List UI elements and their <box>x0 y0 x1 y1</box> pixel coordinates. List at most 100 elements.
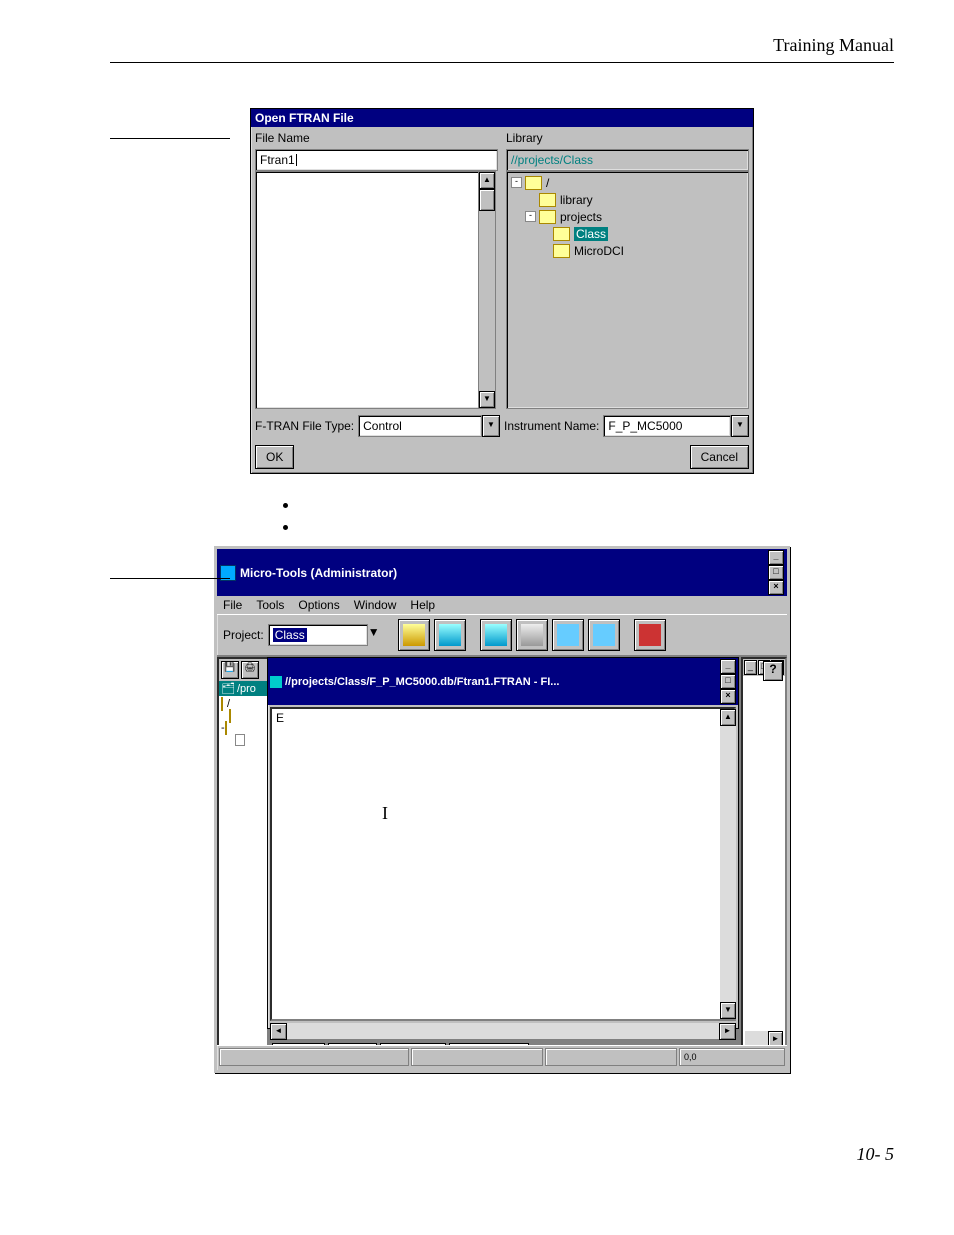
file-list-scrollbar[interactable]: ▲ ▼ <box>478 172 495 408</box>
page-number: 10- 5 <box>857 1144 895 1165</box>
tree-root-label: / <box>546 176 549 190</box>
bullet-1 <box>300 494 894 516</box>
app-title: Micro-Tools (Administrator) <box>240 566 397 580</box>
right-pane-hscroll[interactable]: ► <box>745 1031 783 1045</box>
file-name-label: File Name <box>255 131 498 145</box>
scroll-up-icon[interactable]: ▲ <box>479 172 495 189</box>
menu-file[interactable]: File <box>223 598 242 612</box>
minimize-icon[interactable]: _ <box>744 660 757 675</box>
menu-help[interactable]: Help <box>410 598 435 612</box>
file-type-label: F-TRAN File Type: <box>255 419 354 433</box>
open-ftran-dialog: Open FTRAN File File Name Ftran1 ▲ ▼ <box>250 108 754 474</box>
scroll-right-icon[interactable]: ► <box>768 1031 783 1045</box>
scroll-right-icon[interactable]: ► <box>719 1023 736 1040</box>
bullet-2 <box>300 516 894 538</box>
dialog-titlebar[interactable]: Open FTRAN File <box>251 109 753 127</box>
editor-assign-fix-button[interactable]: Assign FIX <box>449 1043 529 1045</box>
status-cell-2 <box>411 1048 543 1066</box>
tree-projects[interactable]: -projects <box>511 208 624 225</box>
toolbar-btn-2[interactable] <box>434 619 466 651</box>
tree-pane-header: 🗂/pro <box>219 681 267 696</box>
margin-rule-2 <box>110 578 230 579</box>
scroll-left-icon[interactable]: ◄ <box>270 1023 287 1040</box>
collapse-icon[interactable]: - <box>525 211 536 222</box>
status-cursor-pos: 0,0 <box>679 1048 785 1066</box>
editor-titlebar[interactable]: //projects/Class/F_P_MC5000.db/Ftran1.FT… <box>268 658 738 705</box>
chevron-down-icon[interactable]: ▼ <box>731 415 749 437</box>
close-icon[interactable]: × <box>720 689 736 704</box>
toolbar-btn-7[interactable] <box>634 619 666 651</box>
scroll-thumb[interactable] <box>479 189 495 211</box>
maximize-icon[interactable]: □ <box>720 674 736 689</box>
menubar: File Tools Options Window Help <box>217 596 787 614</box>
tree-microdci-label: MicroDCI <box>574 244 624 258</box>
scroll-down-icon[interactable]: ▼ <box>479 391 495 408</box>
folder-icon <box>553 244 570 258</box>
header-rule <box>110 62 894 63</box>
ok-button[interactable]: OK <box>255 445 294 469</box>
mini-tree[interactable]: / - <box>219 696 267 751</box>
editor-title-text: //projects/Class/F_P_MC5000.db/Ftran1.FT… <box>285 676 559 688</box>
folder-icon <box>539 193 556 207</box>
help-button[interactable]: ? <box>763 661 783 681</box>
folder-icon <box>225 721 227 735</box>
menu-window[interactable]: Window <box>354 598 397 612</box>
editor-compile-button[interactable]: Compile <box>380 1043 446 1045</box>
right-pane: _ □ × ► <box>741 657 787 1045</box>
collapse-icon[interactable]: - <box>511 177 522 188</box>
project-tree-pane[interactable]: 💾 🖨 🗂/pro / - <box>217 657 269 1045</box>
editor-save-button[interactable]: Save <box>328 1043 377 1045</box>
tree-class-label: Class <box>574 227 608 241</box>
bullet-list <box>260 494 894 538</box>
editor-vscroll[interactable]: ▲ ▼ <box>720 709 736 1019</box>
project-value: Class <box>273 628 307 642</box>
doc-header: Training Manual <box>773 35 894 56</box>
instrument-name-label: Instrument Name: <box>504 419 599 433</box>
file-type-combo[interactable]: Control ▼ <box>358 415 500 437</box>
toolbar-btn-4[interactable] <box>516 619 548 651</box>
instrument-name-combo[interactable]: F_P_MC5000 ▼ <box>603 415 749 437</box>
app-titlebar[interactable]: Micro-Tools (Administrator) _ □ × <box>217 549 787 596</box>
editor-icon <box>270 676 282 688</box>
print-icon[interactable]: 🖨 <box>241 661 259 679</box>
scroll-down-icon[interactable]: ▼ <box>720 1002 736 1019</box>
tree-library[interactable]: library <box>511 191 624 208</box>
folder-tree[interactable]: -/ library -projects Class MicroDCI <box>506 171 749 409</box>
toolbar-btn-1[interactable] <box>398 619 430 651</box>
folder-icon <box>539 210 556 224</box>
editor-hscroll[interactable]: ◄ ► <box>270 1023 736 1039</box>
cancel-button[interactable]: Cancel <box>690 445 749 469</box>
file-icon <box>235 734 245 746</box>
toolbar-btn-3[interactable] <box>480 619 512 651</box>
editor-close-button[interactable]: Close <box>272 1043 325 1045</box>
text-caret <box>296 154 297 166</box>
dialog-title: Open FTRAN File <box>255 111 354 125</box>
library-path: //projects/Class <box>506 149 749 171</box>
status-cell-1 <box>219 1048 409 1066</box>
file-list[interactable]: ▲ ▼ <box>255 171 496 409</box>
project-combo[interactable]: Class ▼ <box>268 624 380 646</box>
folder-icon <box>221 697 223 711</box>
file-name-input[interactable]: Ftran1 <box>255 149 498 171</box>
tree-root[interactable]: -/ <box>511 174 624 191</box>
margin-rule-1 <box>110 138 230 139</box>
maximize-icon[interactable]: □ <box>768 565 784 580</box>
tree-microdci[interactable]: MicroDCI <box>511 242 624 259</box>
menu-options[interactable]: Options <box>298 598 339 612</box>
minimize-icon[interactable]: _ <box>768 550 784 565</box>
file-type-value: Control <box>363 419 402 433</box>
toolbar-btn-5[interactable] <box>552 619 584 651</box>
toolbar-btn-6[interactable] <box>588 619 620 651</box>
save-icon[interactable]: 💾 <box>221 661 239 679</box>
chevron-down-icon[interactable]: ▼ <box>482 415 500 437</box>
close-icon[interactable]: × <box>768 580 784 595</box>
tree-library-label: library <box>560 193 593 207</box>
chevron-down-icon[interactable]: ▼ <box>368 625 380 645</box>
tree-class[interactable]: Class <box>511 225 624 242</box>
tool-icon <box>439 624 461 646</box>
editor-text-area[interactable]: E I <box>270 707 736 1021</box>
folder-icon <box>229 709 231 723</box>
menu-tools[interactable]: Tools <box>256 598 284 612</box>
scroll-up-icon[interactable]: ▲ <box>720 709 736 726</box>
minimize-icon[interactable]: _ <box>720 659 736 674</box>
